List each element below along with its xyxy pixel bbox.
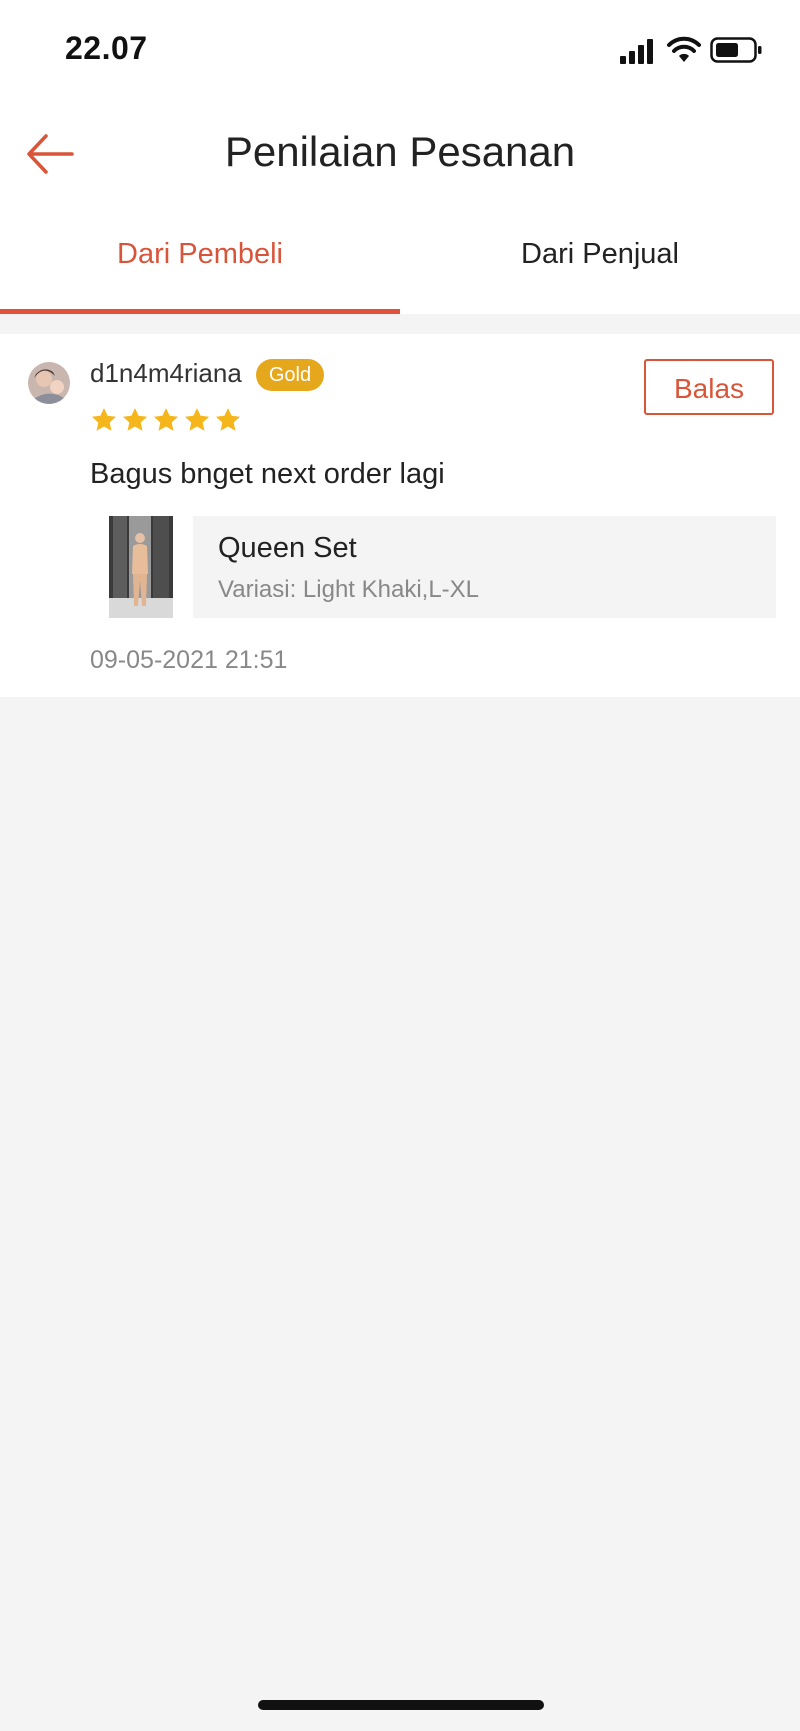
star-icon	[153, 408, 179, 431]
wifi-icon	[667, 36, 701, 62]
star-rating	[90, 406, 242, 436]
active-tab-indicator	[0, 309, 400, 314]
page-title: Penilaian Pesanan	[224, 128, 576, 175]
star-icon	[184, 408, 210, 431]
review-card: d1n4m4riana Gold Balas Bagus bnget next …	[0, 334, 800, 697]
reply-button[interactable]: Balas	[644, 359, 774, 415]
product-variation: Variasi: Light Khaki,L-XL	[218, 576, 480, 603]
product-image[interactable]	[109, 516, 173, 618]
username: d1n4m4riana	[90, 358, 242, 388]
battery-icon	[710, 37, 762, 63]
star-icon	[91, 408, 117, 431]
signal-icon	[620, 39, 653, 64]
star-icon	[215, 408, 241, 431]
status-time: 22.07	[65, 30, 148, 66]
top-section: 22.07 Penilaian Pesanan Dari Pembeli Dar…	[0, 0, 800, 314]
review-date: 09-05-2021 21:51	[90, 646, 288, 674]
tab-dari-pembeli[interactable]: Dari Pembeli	[0, 238, 400, 271]
home-indicator[interactable]	[258, 1700, 544, 1710]
product-name: Queen Set	[218, 532, 357, 564]
avatar[interactable]	[28, 362, 70, 404]
tab-dari-penjual[interactable]: Dari Penjual	[400, 238, 800, 271]
review-text: Bagus bnget next order lagi	[90, 458, 445, 490]
star-icon	[122, 408, 148, 431]
product-info[interactable]: Queen Set Variasi: Light Khaki,L-XL	[193, 516, 776, 618]
tier-badge: Gold	[256, 359, 324, 391]
